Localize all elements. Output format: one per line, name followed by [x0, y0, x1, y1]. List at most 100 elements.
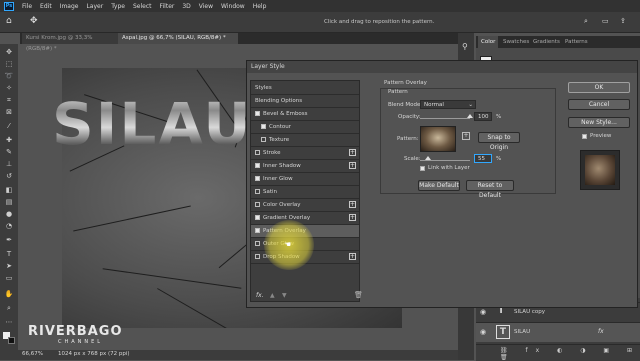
menu-select[interactable]: Select	[129, 3, 156, 10]
menu-help[interactable]: Help	[249, 3, 271, 10]
reset-to-default-button[interactable]: Reset to Default	[466, 180, 514, 199]
menu-edit[interactable]: Edit	[36, 3, 56, 10]
pen-icon[interactable]: ✒	[4, 236, 14, 245]
move-up-icon[interactable]: ▲	[270, 292, 275, 299]
add-style-instance-icon[interactable]: +	[349, 201, 356, 208]
style-checkbox[interactable]	[261, 137, 266, 142]
eyedropper-icon[interactable]: ⁄	[4, 122, 14, 131]
style-item[interactable]: Stroke +	[251, 147, 359, 159]
new-style-button[interactable]: New Style...	[568, 117, 630, 128]
add-style-instance-icon[interactable]: +	[349, 214, 356, 221]
menu-type[interactable]: Type	[107, 3, 129, 10]
preview-checkbox[interactable]	[582, 134, 587, 139]
ok-button[interactable]: OK	[568, 82, 630, 93]
move-tool-icon[interactable]: ✥	[30, 16, 38, 26]
hand-icon[interactable]: ✋	[4, 290, 14, 299]
background-color-swatch[interactable]	[8, 337, 15, 344]
fx-menu-button[interactable]: fx.	[256, 292, 264, 299]
healing-brush-icon[interactable]: ✚	[4, 136, 14, 145]
tab-swatches[interactable]: Swatches	[500, 36, 532, 48]
cancel-button[interactable]: Cancel	[568, 99, 630, 110]
style-checkbox[interactable]	[255, 150, 260, 155]
pattern-picker[interactable]	[420, 126, 456, 152]
rectangle-icon[interactable]: ▭	[4, 274, 14, 283]
style-checkbox[interactable]	[255, 202, 260, 207]
layers-footer-icons[interactable]: ⛓ fx ◐ ◑ ▣ ⊞ 🗑	[500, 347, 640, 361]
opacity-slider-thumb[interactable]	[467, 114, 473, 118]
style-item[interactable]: Color Overlay +	[251, 199, 359, 211]
menu-window[interactable]: Window	[217, 3, 249, 10]
tab-aspal[interactable]: Aspal.jpg @ 66,7% (SILAU, RGB/8#) *	[118, 33, 238, 44]
add-style-instance-icon[interactable]: +	[349, 162, 356, 169]
menu-file[interactable]: File	[18, 3, 36, 10]
tab-patterns[interactable]: Patterns	[562, 36, 591, 48]
style-item[interactable]: Bevel & Emboss	[251, 108, 359, 120]
style-checkbox[interactable]	[255, 254, 260, 259]
styles-header[interactable]: Styles	[251, 82, 359, 94]
style-checkbox[interactable]	[261, 124, 266, 129]
more-tools-icon[interactable]: ⋯	[4, 318, 14, 327]
workspace-icon[interactable]: ▭	[602, 17, 609, 25]
crop-icon[interactable]: ⌗	[4, 96, 14, 105]
history-brush-icon[interactable]: ↺	[4, 172, 14, 181]
new-preset-icon[interactable]: +	[462, 132, 470, 140]
add-style-instance-icon[interactable]: +	[349, 253, 356, 260]
scale-input[interactable]: 55	[474, 154, 492, 163]
brush-icon[interactable]: ✎	[4, 148, 14, 157]
scale-slider-track[interactable]	[420, 160, 470, 161]
menu-filter[interactable]: Filter	[156, 3, 179, 10]
visibility-eye-icon[interactable]: ◉	[480, 308, 486, 316]
zoom-icon[interactable]: ⌕	[4, 304, 14, 313]
style-checkbox[interactable]	[255, 176, 260, 181]
style-item[interactable]: Satin	[251, 186, 359, 198]
move-down-icon[interactable]: ▼	[282, 292, 287, 299]
tab-color[interactable]: Color	[478, 36, 499, 48]
style-checkbox[interactable]	[255, 111, 260, 116]
menu-3d[interactable]: 3D	[178, 3, 194, 10]
magic-wand-icon[interactable]: ✧	[4, 84, 14, 93]
style-checkbox[interactable]	[255, 228, 260, 233]
eraser-icon[interactable]: ◧	[4, 186, 14, 195]
style-item[interactable]: Inner Glow	[251, 173, 359, 185]
layer-fx-icon[interactable]: fx	[598, 328, 604, 335]
type-icon[interactable]: T	[4, 250, 14, 259]
blend-mode-select[interactable]: Normal ⌄	[420, 100, 476, 109]
delete-icon[interactable]: 🗑	[354, 291, 363, 299]
blending-options[interactable]: Blending Options	[251, 95, 359, 107]
move-icon[interactable]: ✥	[4, 48, 14, 57]
add-style-instance-icon[interactable]: +	[349, 149, 356, 156]
blur-icon[interactable]: ●	[4, 210, 14, 219]
path-selection-icon[interactable]: ➤	[4, 262, 14, 271]
link-with-layer-checkbox[interactable]	[420, 166, 425, 171]
scale-slider-thumb[interactable]	[425, 156, 432, 160]
clone-stamp-icon[interactable]: ⊥	[4, 160, 14, 169]
gradient-icon[interactable]: ▤	[4, 198, 14, 207]
style-checkbox[interactable]	[255, 241, 260, 246]
marquee-icon[interactable]: ⬚	[4, 60, 14, 69]
share-icon[interactable]: ⇪	[620, 17, 626, 25]
zoom-level[interactable]: 66,67%	[22, 351, 43, 357]
opacity-input[interactable]: 100	[474, 112, 492, 121]
frame-icon[interactable]: ⊠	[4, 108, 14, 117]
menu-view[interactable]: View	[195, 3, 217, 10]
style-checkbox[interactable]	[255, 163, 260, 168]
home-icon[interactable]: ⌂	[6, 16, 12, 26]
search-icon[interactable]: ⌕	[584, 17, 588, 26]
menu-image[interactable]: Image	[56, 3, 83, 10]
properties-icon[interactable]: ⚲	[462, 42, 468, 51]
dodge-icon[interactable]: ◔	[4, 222, 14, 231]
style-item[interactable]: Gradient Overlay +	[251, 212, 359, 224]
style-item[interactable]: Texture	[251, 134, 359, 146]
snap-to-origin-button[interactable]: Snap to Origin	[478, 132, 520, 151]
opacity-slider-track[interactable]	[420, 118, 470, 119]
style-item[interactable]: Inner Shadow +	[251, 160, 359, 172]
make-default-button[interactable]: Make Default	[418, 180, 460, 191]
layer-row[interactable]: ◉ T SILAU fx	[476, 322, 640, 342]
tab-gradients[interactable]: Gradients	[530, 36, 563, 48]
style-checkbox[interactable]	[255, 215, 260, 220]
style-item[interactable]: Contour	[251, 121, 359, 133]
menu-layer[interactable]: Layer	[82, 3, 107, 10]
visibility-eye-icon[interactable]: ◉	[480, 328, 486, 336]
tab-kursi-krom[interactable]: Kursi Krom.jpg @ 33,3% (RGB/8#) *	[22, 33, 122, 52]
style-checkbox[interactable]	[255, 189, 260, 194]
